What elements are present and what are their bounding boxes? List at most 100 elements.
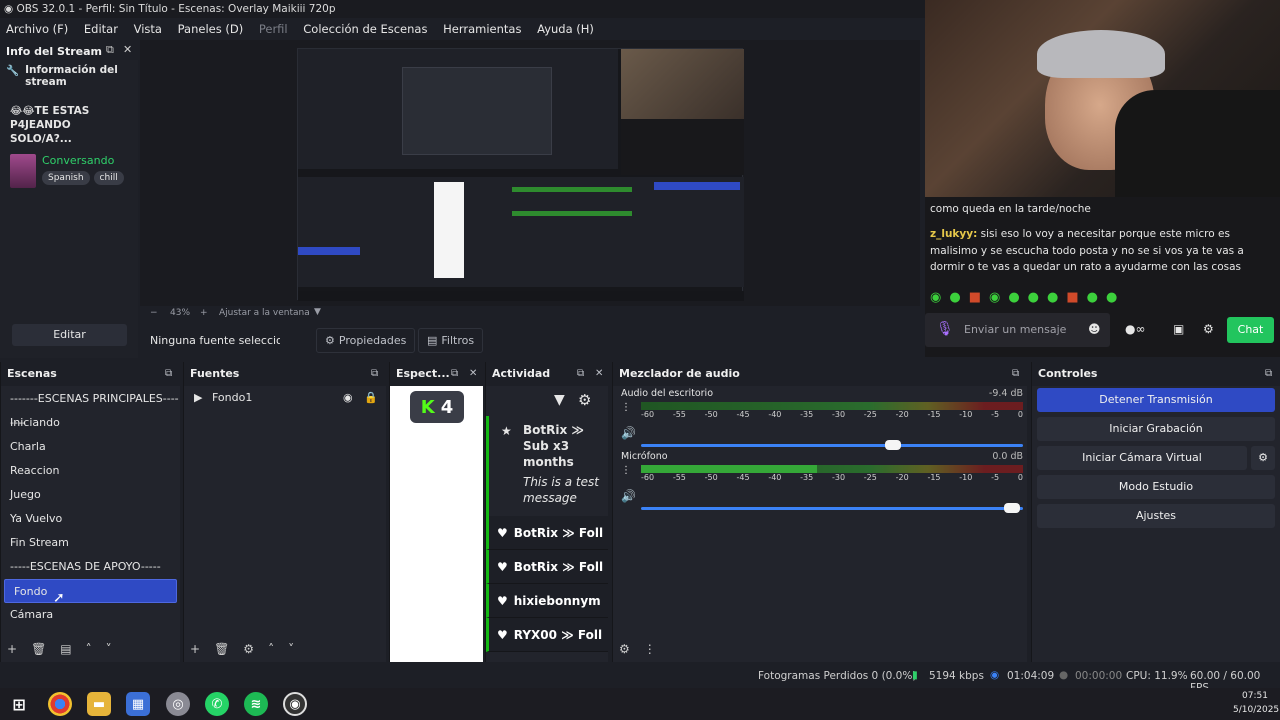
emote-icon[interactable]: ● <box>1047 290 1058 305</box>
scene-filters-icon[interactable]: ▤ <box>60 642 71 656</box>
chat-username[interactable]: z_lukyy: <box>930 228 977 240</box>
menu-file[interactable]: Archivo (F) <box>0 18 74 40</box>
start-recording-button[interactable]: Iniciar Grabación <box>1037 417 1275 441</box>
windows-start-icon[interactable]: ⊞ <box>7 692 31 716</box>
chrome-icon[interactable] <box>48 692 72 716</box>
volume-slider[interactable] <box>641 440 1023 450</box>
activity-follow-item[interactable]: ♥ RYX00 ≫ Foll <box>486 618 608 652</box>
add-icon[interactable]: + <box>7 642 17 656</box>
menu-edit[interactable]: Editar <box>78 18 124 40</box>
emote-icon[interactable]: ● <box>949 290 960 305</box>
trash-icon[interactable]: 🗑 <box>214 642 229 656</box>
studio-mode-button[interactable]: Modo Estudio <box>1037 475 1275 499</box>
scene-item[interactable]: Cámara <box>1 603 180 627</box>
undock-icon[interactable]: ⧉ <box>451 362 458 386</box>
menu-help[interactable]: Ayuda (H) <box>531 18 600 40</box>
chat-input[interactable]: 🎙 Enviar un mensaje ☻ <box>925 313 1110 347</box>
extensions-icon[interactable]: ●∞ <box>1125 322 1145 336</box>
emote-icon[interactable]: ● <box>1087 290 1098 305</box>
activity-sub-item[interactable]: ★ BotRix ≫ Sub x3 months This is a test … <box>486 416 608 516</box>
menu-profile[interactable]: Perfil <box>253 18 294 40</box>
speaker-icon[interactable]: 🔊 <box>621 426 636 440</box>
move-up-icon[interactable]: ˄ <box>86 642 92 656</box>
store-icon[interactable]: ▦ <box>126 692 150 716</box>
window-titlebar: ◉ OBS 32.0.1 - Perfil: Sin Título - Esce… <box>0 0 925 18</box>
emoji-icon[interactable]: ☻ <box>1088 322 1101 336</box>
undock-icon[interactable]: ⧉ <box>106 40 114 60</box>
activity-follow-item[interactable]: ♥ BotRix ≫ Foll <box>486 550 608 584</box>
trash-icon[interactable]: 🗑 <box>31 642 46 656</box>
obs-icon[interactable]: ◉ <box>283 692 307 716</box>
scene-item[interactable]: Ya Vuelvo <box>1 507 180 531</box>
volume-slider[interactable] <box>641 503 1023 513</box>
lock-icon[interactable]: 🔒 <box>364 386 378 410</box>
eye-icon[interactable]: ◉ <box>343 386 353 410</box>
preview-frame <box>297 48 744 301</box>
app-icon[interactable]: ◎ <box>166 692 190 716</box>
channel-menu-icon[interactable]: ⋮ <box>621 402 631 413</box>
zoom-in-icon[interactable]: + <box>200 308 208 318</box>
emote-icon[interactable]: ◉ <box>930 290 941 305</box>
scene-item[interactable]: -----ESCENAS DE APOYO----- <box>1 555 180 579</box>
volume-slider-knob[interactable] <box>885 440 902 450</box>
gear-icon[interactable]: ⚙ <box>578 391 591 409</box>
menu-docks[interactable]: Paneles (D) <box>172 18 250 40</box>
menu-tools[interactable]: Herramientas <box>437 18 527 40</box>
emote-icon[interactable]: ● <box>1008 290 1019 305</box>
zoom-fit-label[interactable]: Ajustar a la ventana <box>219 308 310 318</box>
scene-item[interactable]: Fin Stream <box>1 531 180 555</box>
emote-icon[interactable]: ■ <box>1066 290 1078 305</box>
more-icon[interactable]: ⋮ <box>644 642 656 656</box>
undock-icon[interactable]: ⧉ <box>371 362 378 386</box>
scene-item[interactable]: Charla <box>1 435 180 459</box>
edit-stream-info-button[interactable]: Editar <box>12 324 127 346</box>
emote-icon[interactable]: ● <box>1028 290 1039 305</box>
menu-view[interactable]: Vista <box>128 18 168 40</box>
filters-button[interactable]: ▤ Filtros <box>418 328 484 353</box>
volume-slider-knob[interactable] <box>1003 503 1020 513</box>
properties-button[interactable]: ⚙ Propiedades <box>316 328 416 353</box>
scene-item[interactable]: -------ESCENAS PRINCIPALES-------- <box>1 387 180 429</box>
move-down-icon[interactable]: ˅ <box>288 642 294 656</box>
add-icon[interactable]: + <box>190 642 200 656</box>
scene-item[interactable]: Reaccion <box>1 459 180 483</box>
channel-menu-icon[interactable]: ⋮ <box>621 465 631 476</box>
zoom-out-icon[interactable]: − <box>150 308 158 318</box>
virtual-camera-gear-icon[interactable]: ⚙ <box>1251 446 1275 470</box>
speaker-icon[interactable]: 🔊 <box>621 489 636 503</box>
undock-icon[interactable]: ⧉ <box>165 362 172 386</box>
close-icon[interactable]: ✕ <box>123 40 132 60</box>
scene-item[interactable]: Iniciando <box>1 411 180 435</box>
preview-canvas[interactable] <box>140 40 920 308</box>
source-item[interactable]: ▶ Fondo1 ◉ 🔒 <box>184 386 386 410</box>
undock-icon[interactable]: ⧉ <box>1012 362 1019 386</box>
chat-button[interactable]: Chat <box>1227 317 1274 343</box>
emote-icon[interactable]: ● <box>1106 290 1117 305</box>
scene-item[interactable]: Juego <box>1 483 180 507</box>
scene-item-selected[interactable]: Fondo <box>4 579 177 603</box>
zoom-dropdown-icon[interactable]: ▼ <box>314 307 321 317</box>
gear-icon[interactable]: ⚙ <box>1203 322 1214 336</box>
move-up-icon[interactable]: ˄ <box>268 642 274 656</box>
move-down-icon[interactable]: ˅ <box>106 642 112 656</box>
store-icon[interactable]: ▣ <box>1173 322 1184 336</box>
settings-button[interactable]: Ajustes <box>1037 504 1275 528</box>
gear-icon[interactable]: ⚙ <box>619 642 630 656</box>
stop-streaming-button[interactable]: Detener Transmisión <box>1037 388 1275 412</box>
spotify-icon[interactable]: ≋ <box>244 692 268 716</box>
filter-icon[interactable]: ▼ <box>554 392 565 408</box>
emote-icon[interactable]: ■ <box>969 290 981 305</box>
close-icon[interactable]: ✕ <box>595 362 603 386</box>
activity-text: hixiebonnym <box>513 593 601 608</box>
start-virtual-camera-button[interactable]: Iniciar Cámara Virtual <box>1037 446 1247 470</box>
gear-icon[interactable]: ⚙ <box>243 642 254 656</box>
whatsapp-icon[interactable]: ✆ <box>205 692 229 716</box>
close-icon[interactable]: ✕ <box>469 362 477 386</box>
undock-icon[interactable]: ⧉ <box>1265 362 1272 386</box>
undock-icon[interactable]: ⧉ <box>577 362 584 386</box>
file-explorer-icon[interactable]: ▬ <box>87 692 111 716</box>
activity-follow-item[interactable]: ♥ hixiebonnym <box>486 584 608 618</box>
emote-icon[interactable]: ◉ <box>989 290 1000 305</box>
activity-follow-item[interactable]: ♥ BotRix ≫ Foll <box>486 516 608 550</box>
menu-scene-collection[interactable]: Colección de Escenas <box>297 18 433 40</box>
